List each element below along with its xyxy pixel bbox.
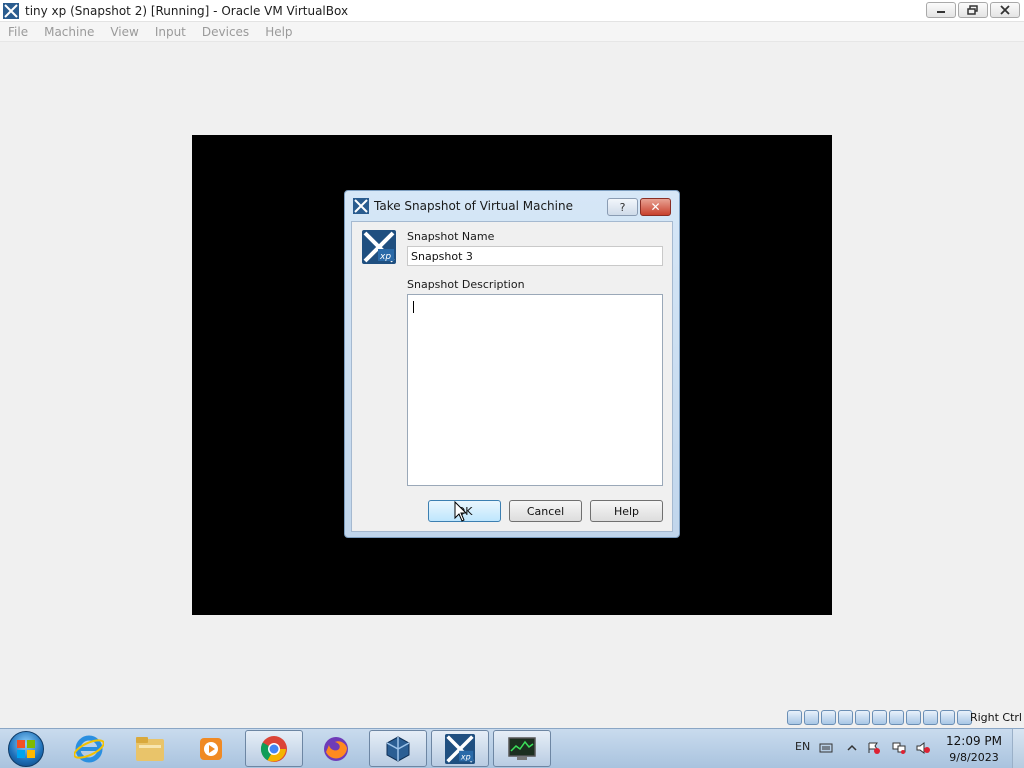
taskbar-task-manager[interactable]	[493, 730, 551, 767]
mouse-pointer-icon	[454, 501, 468, 522]
network-icon[interactable]	[838, 710, 853, 725]
close-button[interactable]	[990, 2, 1020, 18]
minimize-button[interactable]	[926, 2, 956, 18]
shared-folders-icon[interactable]	[872, 710, 887, 725]
virtualization-icon[interactable]	[923, 710, 938, 725]
usb-icon[interactable]	[855, 710, 870, 725]
window-title-bar: tiny xp (Snapshot 2) [Running] - Oracle …	[0, 0, 1024, 22]
menu-help[interactable]: Help	[257, 25, 300, 39]
keyboard-icon[interactable]	[819, 742, 833, 754]
language-indicator[interactable]: EN	[795, 740, 810, 753]
start-button[interactable]	[8, 731, 44, 767]
svg-text:xp: xp	[460, 752, 471, 761]
host-key-label: Right Ctrl	[969, 711, 1022, 724]
chrome-icon	[260, 735, 287, 762]
menu-input[interactable]: Input	[147, 25, 194, 39]
clock-time[interactable]: 12:09 PM	[944, 734, 1004, 748]
minimize-icon	[937, 11, 945, 13]
menu-machine[interactable]: Machine	[36, 25, 102, 39]
dialog-title: Take Snapshot of Virtual Machine	[374, 199, 573, 213]
tiny-xp-vm-icon: xp	[362, 230, 396, 264]
task-manager-icon	[508, 736, 536, 760]
dialog-close-button[interactable]: ✕	[640, 198, 671, 216]
media-player-icon	[200, 737, 222, 760]
taskbar-file-explorer[interactable]	[121, 730, 179, 767]
help-button[interactable]: Help	[590, 500, 663, 522]
network-tray-icon[interactable]	[892, 742, 906, 754]
restore-icon	[967, 5, 978, 15]
window-controls	[926, 2, 1020, 18]
mouse-integration-icon[interactable]	[940, 710, 955, 725]
virtualbox-cube-icon	[386, 735, 410, 762]
audio-icon[interactable]	[821, 710, 836, 725]
virtualbox-xp-icon	[3, 2, 19, 19]
volume-muted-icon[interactable]	[916, 742, 930, 754]
svg-text:xp: xp	[379, 252, 391, 262]
taskbar-virtualbox-manager[interactable]	[369, 730, 427, 767]
menu-view[interactable]: View	[102, 25, 146, 39]
close-icon	[1000, 5, 1010, 15]
restore-button[interactable]	[958, 2, 988, 18]
taskbar-firefox[interactable]	[307, 730, 365, 767]
take-snapshot-dialog: Take Snapshot of Virtual Machine ? ✕ xp …	[344, 190, 680, 538]
taskbar-media-player[interactable]	[182, 730, 240, 767]
taskbar-chrome[interactable]	[245, 730, 303, 767]
cancel-button[interactable]: Cancel	[509, 500, 582, 522]
folder-icon	[136, 736, 164, 761]
virtualbox-xp-icon	[353, 198, 369, 214]
optical-drive-icon[interactable]	[804, 710, 819, 725]
snapshot-name-input[interactable]	[407, 246, 663, 266]
taskbar-tiny-xp-vm[interactable]: xp	[431, 730, 489, 767]
display-icon[interactable]	[889, 710, 904, 725]
text-caret	[413, 301, 414, 313]
firefox-icon	[324, 736, 348, 761]
clock-date[interactable]: 9/8/2023	[944, 751, 1004, 764]
taskbar-internet-explorer[interactable]	[60, 730, 118, 767]
dialog-help-title-button[interactable]: ?	[607, 198, 638, 216]
menu-devices[interactable]: Devices	[194, 25, 257, 39]
snapshot-description-label: Snapshot Description	[407, 278, 525, 291]
tiny-xp-vm-icon: xp	[445, 733, 475, 764]
window-title: tiny xp (Snapshot 2) [Running] - Oracle …	[25, 3, 349, 18]
menu-bar: File Machine View Input Devices Help	[0, 22, 1024, 42]
snapshot-description-input[interactable]	[407, 294, 663, 486]
taskbar: xp EN 12:09 PM 9/8/2023	[0, 728, 1024, 768]
internet-explorer-icon	[74, 735, 104, 762]
hard-disk-icon[interactable]	[787, 710, 802, 725]
windows-logo-icon	[17, 740, 35, 758]
action-center-icon[interactable]	[867, 742, 881, 754]
snapshot-name-label: Snapshot Name	[407, 230, 495, 243]
menu-file[interactable]: File	[0, 25, 36, 39]
vm-status-bar: Right Ctrl	[0, 708, 1024, 728]
dialog-body: xp Snapshot Name Snapshot Description OK…	[351, 221, 673, 532]
show-hidden-icons-icon[interactable]	[845, 742, 859, 754]
show-desktop-button[interactable]	[1012, 729, 1024, 768]
recording-icon[interactable]	[906, 710, 921, 725]
status-indicators	[787, 710, 972, 725]
